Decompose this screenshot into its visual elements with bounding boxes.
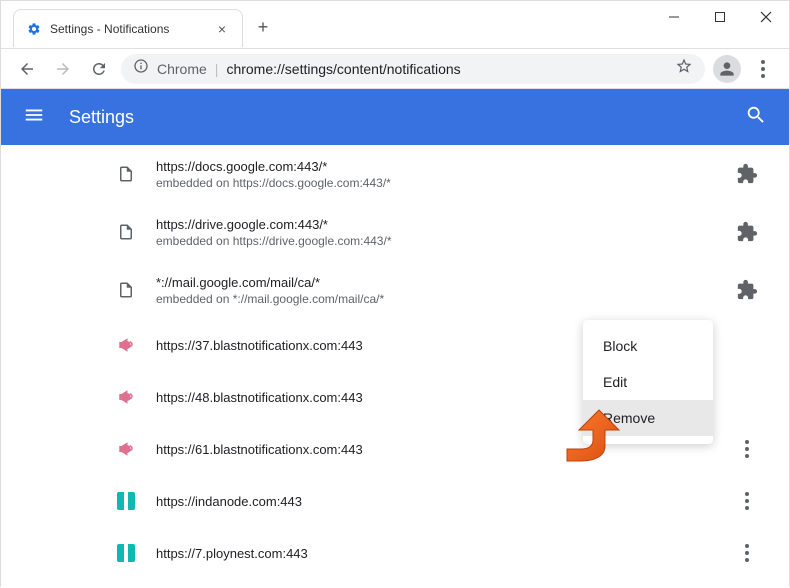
close-tab-button[interactable]: ×	[214, 21, 230, 37]
site-embedded-text: embedded on *://mail.google.com/mail/ca/…	[156, 292, 735, 306]
site-embedded-text: embedded on https://drive.google.com:443…	[156, 234, 735, 248]
site-row: *://mail.google.com/mail/ca/* embedded o…	[96, 261, 789, 319]
site-row: https://drive.google.com:443/* embedded …	[96, 203, 789, 261]
url-separator: |	[215, 61, 219, 77]
back-button[interactable]	[13, 55, 41, 83]
puzzle-icon[interactable]	[735, 278, 759, 302]
chrome-menu-button[interactable]	[749, 55, 777, 83]
maximize-button[interactable]	[697, 1, 743, 33]
puzzle-icon[interactable]	[735, 220, 759, 244]
site-row: https://7.ploynest.com:443	[96, 527, 789, 579]
window-titlebar: Settings - Notifications × +	[1, 1, 789, 49]
more-options-button[interactable]	[735, 489, 759, 513]
more-options-button[interactable]	[735, 437, 759, 461]
browser-tab[interactable]: Settings - Notifications ×	[13, 9, 243, 47]
context-menu-edit[interactable]: Edit	[583, 364, 713, 400]
site-url: https://docs.google.com:443/*	[156, 159, 735, 174]
annotation-arrow	[561, 408, 621, 468]
url-text: chrome://settings/content/notifications	[226, 61, 667, 77]
address-bar[interactable]: Chrome | chrome://settings/content/notif…	[121, 54, 705, 84]
profile-button[interactable]	[713, 55, 741, 83]
gear-icon	[26, 21, 42, 37]
settings-header: Settings	[1, 89, 789, 145]
megaphone-icon	[116, 335, 136, 355]
document-icon	[116, 222, 136, 242]
site-favicon	[116, 491, 136, 511]
site-embedded-text: embedded on https://docs.google.com:443/…	[156, 176, 735, 190]
url-prefix: Chrome	[157, 61, 207, 77]
puzzle-icon[interactable]	[735, 162, 759, 186]
site-row: https://docs.google.com:443/* embedded o…	[96, 145, 789, 203]
megaphone-icon	[116, 439, 136, 459]
bookmark-button[interactable]	[675, 57, 693, 80]
search-icon[interactable]	[745, 104, 767, 131]
document-icon	[116, 164, 136, 184]
more-options-button[interactable]	[735, 541, 759, 565]
menu-icon[interactable]	[23, 104, 45, 131]
site-url: https://7.ploynest.com:443	[156, 546, 735, 561]
context-menu-block[interactable]: Block	[583, 328, 713, 364]
tab-title: Settings - Notifications	[50, 22, 214, 36]
reload-button[interactable]	[85, 55, 113, 83]
site-url: *://mail.google.com/mail/ca/*	[156, 275, 735, 290]
site-favicon	[116, 543, 136, 563]
site-info-icon[interactable]	[133, 58, 149, 79]
site-url: https://indanode.com:443	[156, 494, 735, 509]
forward-button[interactable]	[49, 55, 77, 83]
minimize-button[interactable]	[651, 1, 697, 33]
browser-toolbar: Chrome | chrome://settings/content/notif…	[1, 49, 789, 89]
megaphone-icon	[116, 387, 136, 407]
site-row: https://indanode.com:443	[96, 475, 789, 527]
new-tab-button[interactable]: +	[249, 13, 277, 41]
close-window-button[interactable]	[743, 1, 789, 33]
document-icon	[116, 280, 136, 300]
window-controls	[651, 1, 789, 33]
page-title: Settings	[69, 107, 721, 128]
site-url: https://drive.google.com:443/*	[156, 217, 735, 232]
